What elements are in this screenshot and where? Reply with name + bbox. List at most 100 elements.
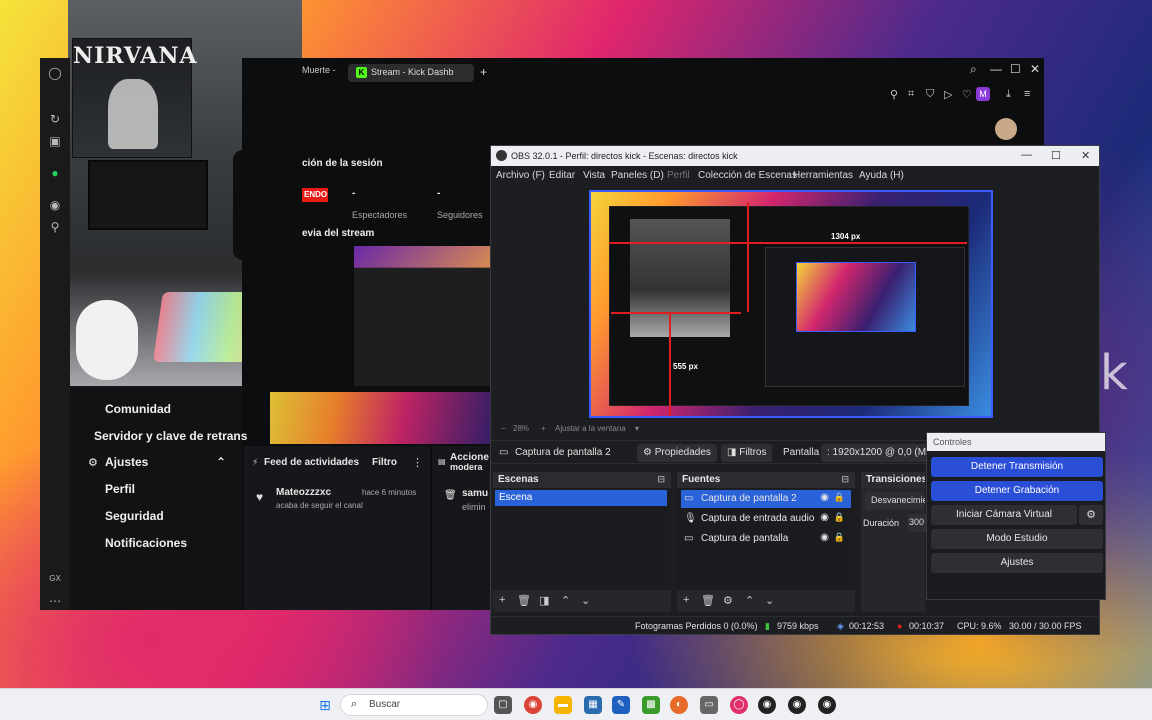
menu-vista[interactable]: Vista (583, 170, 605, 181)
virtual-camera-button[interactable]: Iniciar Cámara Virtual (931, 505, 1077, 525)
menu-icon[interactable]: ≡ (1024, 88, 1030, 100)
obs-taskbar-icon-2[interactable]: ◉ (788, 696, 806, 714)
properties-button[interactable]: ⚙ Propiedades (637, 444, 717, 462)
menu-coleccion[interactable]: Colección de Escenas (698, 170, 797, 181)
gx-icon[interactable]: GX (48, 572, 62, 586)
move-down-button[interactable]: ⌄ (581, 594, 590, 607)
menu-ayuda[interactable]: Ayuda (H) (859, 170, 904, 181)
zoom-out-button[interactable]: − (501, 424, 506, 433)
task-view-icon[interactable]: ▢ (494, 696, 512, 714)
move-up-button[interactable]: ⌃ (561, 594, 570, 607)
user-avatar[interactable] (995, 118, 1017, 140)
opera-logo-icon[interactable]: ◯ (48, 66, 62, 80)
editor-icon[interactable]: ✎ (612, 696, 630, 714)
search-icon[interactable]: ⌕ (970, 62, 977, 77)
pin-icon[interactable]: ⚲ (890, 88, 898, 101)
session-title: ción de la sesión (302, 158, 383, 169)
close-button[interactable]: ✕ (1030, 62, 1040, 76)
chevron-up-icon[interactable]: ⌃ (216, 455, 226, 469)
dock-options-icon[interactable]: ⊟ (841, 474, 849, 485)
source-settings-button[interactable]: ⚙ (723, 594, 733, 607)
shield-icon[interactable]: ⛉ (926, 88, 934, 101)
obs-minimize-button[interactable]: — (1021, 149, 1032, 161)
file-explorer-icon[interactable]: ▬ (554, 696, 572, 714)
actions-user[interactable]: samu (462, 488, 488, 499)
sidebar-item-seguridad[interactable]: Seguridad (105, 509, 164, 523)
source-item[interactable]: ▭ Captura de pantalla ◉ 🔒 (681, 530, 851, 548)
studio-mode-button[interactable]: Modo Estudio (931, 529, 1103, 549)
messenger-icon[interactable]: ◉ (48, 198, 62, 212)
feed-user[interactable]: Mateozzzxc (276, 487, 331, 498)
sidebar-item-servidor[interactable]: Servidor y clave de retrans (94, 429, 247, 443)
whatsapp-icon[interactable]: ● (48, 166, 62, 180)
menu-herramientas[interactable]: Herramientas (793, 170, 853, 181)
remove-scene-button[interactable]: 🗑 (517, 594, 531, 607)
new-tab-button[interactable]: + (480, 65, 487, 79)
download-icon[interactable]: ⤓ (1006, 88, 1011, 101)
remove-source-button[interactable]: 🗑 (701, 594, 715, 607)
windows-start-icon[interactable]: ⊞ (316, 696, 334, 714)
calculator-icon[interactable]: ▦ (584, 696, 602, 714)
sidebar-item-ajustes[interactable]: Ajustes (105, 455, 148, 469)
eye-icon[interactable]: ◉ (820, 512, 829, 523)
settings-button[interactable]: Ajustes (931, 553, 1103, 573)
obs-preview-canvas[interactable]: 1304 px 555 px (589, 190, 993, 418)
virtual-camera-settings-icon[interactable]: ⚙ (1079, 505, 1103, 525)
zoom-dropdown-icon[interactable]: ▾ (635, 424, 639, 433)
firefox-icon[interactable]: ◐ (670, 696, 688, 714)
pin-icon[interactable]: ⚲ (48, 220, 62, 234)
eye-icon[interactable]: ◉ (820, 492, 829, 503)
more-icon[interactable]: ⋯ (48, 594, 62, 608)
minimize-button[interactable]: — (990, 62, 1002, 76)
crop-icon[interactable]: ⌗ (908, 88, 914, 101)
duration-input[interactable]: 300 (907, 514, 927, 532)
chrome-icon[interactable]: ◉ (524, 696, 542, 714)
opera-gx-icon[interactable]: ◯ (730, 696, 748, 714)
zoom-fit-button[interactable]: Ajustar a la ventana (555, 424, 626, 433)
zoom-in-button[interactable]: + (541, 424, 546, 433)
bag-icon[interactable]: ▣ (48, 134, 62, 148)
dock-options-icon[interactable]: ⊟ (657, 474, 665, 485)
move-down-button[interactable]: ⌄ (765, 594, 774, 607)
source-item[interactable]: 🎙 Captura de entrada audio ◉ 🔒 (681, 510, 851, 528)
obs-taskbar-icon-3[interactable]: ◉ (818, 696, 836, 714)
more-vertical-icon[interactable]: ⋮ (412, 456, 423, 469)
history-icon[interactable]: ↻ (48, 112, 62, 126)
lock-icon[interactable]: 🔒 (834, 492, 845, 503)
stop-stream-button[interactable]: Detener Transmisión (931, 457, 1103, 477)
heart-icon[interactable]: ♡ (962, 88, 972, 101)
menu-paneles[interactable]: Paneles (D) (611, 170, 664, 181)
filters-button[interactable]: ◨ Filtros (721, 444, 773, 462)
sidebar-item-comunidad[interactable]: Comunidad (105, 402, 171, 416)
move-up-button[interactable]: ⌃ (745, 594, 754, 607)
play-icon[interactable]: ▷ (944, 88, 952, 101)
menu-editar[interactable]: Editar (549, 170, 575, 181)
add-source-button[interactable]: + (683, 594, 689, 606)
feed-filter[interactable]: Filtro (372, 457, 397, 468)
app-window-icon[interactable]: ▭ (700, 696, 718, 714)
stop-recording-button[interactable]: Detener Grabación (931, 481, 1103, 501)
transition-select[interactable]: Desvanecimie (865, 492, 925, 510)
taskbar-search[interactable]: ⌕ Buscar (340, 694, 488, 716)
lock-icon[interactable]: 🔒 (834, 512, 845, 523)
obs-close-button[interactable]: ✕ (1081, 149, 1090, 162)
obs-taskbar-icon[interactable]: ◉ (758, 696, 776, 714)
tab-previous[interactable]: Muerte - (302, 65, 336, 75)
screen-select[interactable]: : 1920x1200 @ 0,0 (Moni (821, 444, 927, 462)
profile-avatar[interactable]: M (976, 87, 990, 101)
stream-preview[interactable] (354, 246, 490, 386)
source-item[interactable]: ▭ Captura de pantalla 2 ◉ 🔒 (681, 490, 851, 508)
menu-archivo[interactable]: Archivo (F) (496, 170, 545, 181)
minecraft-icon[interactable]: ▩ (642, 696, 660, 714)
scene-item[interactable]: Escena (495, 490, 667, 506)
scene-filters-button[interactable]: ◨ (539, 594, 549, 607)
obs-maximize-button[interactable]: ☐ (1051, 149, 1061, 162)
add-scene-button[interactable]: + (499, 594, 505, 606)
sidebar-item-notificaciones[interactable]: Notificaciones (105, 536, 187, 550)
sidebar-item-perfil[interactable]: Perfil (105, 482, 135, 496)
tab-kick-dashboard[interactable]: K Stream - Kick Dashb (348, 64, 474, 82)
menu-perfil[interactable]: Perfil (667, 170, 690, 181)
eye-icon[interactable]: ◉ (820, 532, 829, 543)
maximize-button[interactable]: ☐ (1010, 62, 1021, 76)
lock-icon[interactable]: 🔒 (834, 532, 845, 543)
